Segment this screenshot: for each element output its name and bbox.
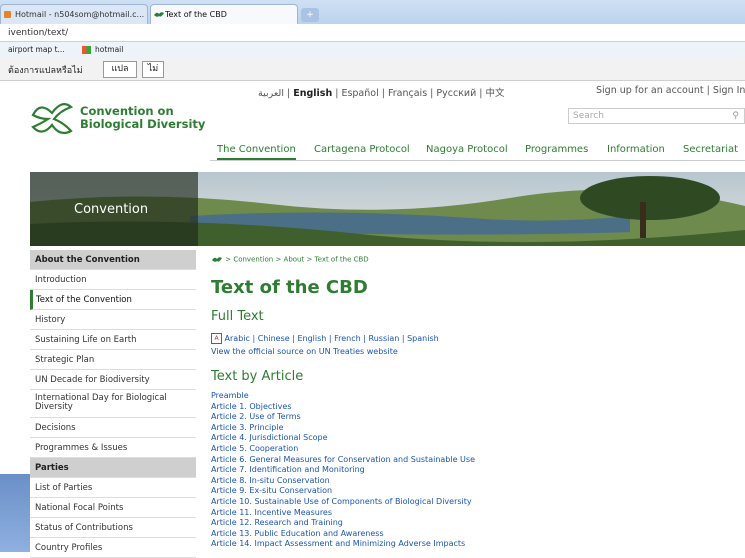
- article-link[interactable]: Article 1. Objectives: [211, 402, 291, 411]
- sidebar-item-introduction[interactable]: Introduction: [30, 270, 196, 290]
- nav-programmes[interactable]: Programmes: [525, 144, 588, 155]
- tab-label: Text of the CBD: [165, 10, 227, 19]
- article-link[interactable]: Article 11. Incentive Measures: [211, 508, 332, 517]
- page-title: Text of the CBD: [211, 277, 368, 298]
- search-placeholder: Search: [573, 111, 604, 121]
- official-source-link[interactable]: View the official source on UN Treaties …: [211, 347, 398, 356]
- text-by-article-heading: Text by Article: [211, 369, 304, 384]
- link-chinese[interactable]: Chinese: [258, 334, 290, 343]
- tab-label: Hotmail - n504som@hotmail.c...: [15, 10, 145, 19]
- lang-russian[interactable]: Русский: [436, 88, 476, 99]
- link-arabic[interactable]: Arabic: [225, 334, 250, 343]
- sidebar-item-un-decade[interactable]: UN Decade for Biodiversity: [30, 370, 196, 390]
- link-english[interactable]: English: [297, 334, 326, 343]
- article-link[interactable]: Article 7. Identification and Monitoring: [211, 465, 365, 474]
- link-russian[interactable]: Russian: [369, 334, 400, 343]
- address-bar[interactable]: ivention/text/: [0, 24, 745, 42]
- nav-cartagena-protocol[interactable]: Cartagena Protocol: [314, 144, 410, 155]
- breadcrumb-text[interactable]: > Convention > About > Text of the CBD: [225, 256, 368, 264]
- lang-chinese[interactable]: 中文: [486, 88, 505, 99]
- translate-button[interactable]: แปล: [103, 61, 137, 78]
- bookmark-airport-map[interactable]: airport map t...: [8, 42, 65, 58]
- lang-spanish[interactable]: Español: [341, 88, 378, 99]
- new-tab-button[interactable]: +: [301, 8, 319, 22]
- windows-icon: [82, 46, 91, 54]
- desktop-edge: [0, 474, 30, 552]
- no-translate-button[interactable]: ไม่: [142, 61, 164, 78]
- lang-english[interactable]: English: [293, 88, 332, 99]
- article-link[interactable]: Article 2. Use of Terms: [211, 412, 301, 421]
- cbd-logo-icon: [31, 103, 74, 135]
- full-text-language-links: A Arabic | Chinese | English | French | …: [211, 333, 439, 344]
- article-link[interactable]: Article 5. Cooperation: [211, 444, 298, 453]
- nav-the-convention[interactable]: The Convention: [217, 144, 296, 160]
- article-link[interactable]: Article 3. Principle: [211, 423, 284, 432]
- sidebar-heading-about: About the Convention: [30, 250, 196, 270]
- logo-line-2: Biological Diversity: [80, 117, 206, 131]
- sidebar: About the Convention Introduction Text o…: [30, 250, 196, 558]
- language-switcher: العربية | English | Español | Français |…: [258, 88, 505, 99]
- article-link[interactable]: Article 9. Ex-situ Conservation: [211, 486, 332, 495]
- nav-information[interactable]: Information: [607, 144, 665, 155]
- translate-prompt: ต้องการแปลหรือไม่: [8, 66, 83, 76]
- sidebar-item-strategic-plan[interactable]: Strategic Plan: [30, 350, 196, 370]
- lang-arabic[interactable]: العربية: [258, 88, 284, 99]
- cbd-favicon-icon: [154, 12, 164, 17]
- lang-french[interactable]: Français: [388, 88, 427, 99]
- sidebar-item-national-focal-points[interactable]: National Focal Points: [30, 498, 196, 518]
- banner-title: Convention: [74, 202, 149, 217]
- bookmark-hotmail[interactable]: hotmail: [95, 42, 123, 58]
- translate-bar: ต้องการแปลหรือไม่ แปล ไม่: [0, 58, 745, 81]
- sidebar-item-programmes-issues[interactable]: Programmes & Issues: [30, 438, 196, 458]
- main-navigation: The Convention Cartagena Protocol Nagoya…: [210, 140, 745, 161]
- sidebar-item-history[interactable]: History: [30, 310, 196, 330]
- bookmarks-bar: airport map t... hotmail: [0, 42, 745, 59]
- mail-icon: [4, 11, 11, 18]
- article-link[interactable]: Article 13. Public Education and Awarene…: [211, 529, 384, 538]
- article-link[interactable]: Article 12. Research and Training: [211, 518, 343, 527]
- site-logo-text[interactable]: Convention on Biological Diversity: [80, 105, 205, 131]
- pdf-icon: A: [211, 333, 222, 344]
- link-french[interactable]: French: [334, 334, 361, 343]
- link-spanish[interactable]: Spanish: [407, 334, 439, 343]
- account-links[interactable]: Sign up for an account | Sign In: [596, 85, 745, 96]
- search-input[interactable]: Search ⚲: [568, 108, 745, 124]
- article-link[interactable]: Article 4. Jurisdictional Scope: [211, 433, 328, 442]
- sidebar-item-international-day[interactable]: International Day for Biological Diversi…: [30, 390, 196, 418]
- article-link[interactable]: Article 10. Sustainable Use of Component…: [211, 497, 472, 506]
- browser-tab-cbd[interactable]: Text of the CBD: [150, 4, 298, 24]
- sidebar-item-country-profiles[interactable]: Country Profiles: [30, 538, 196, 558]
- nav-secretariat[interactable]: Secretariat: [683, 144, 738, 155]
- cbd-leaf-icon: [212, 257, 222, 262]
- sidebar-item-status-contributions[interactable]: Status of Contributions: [30, 518, 196, 538]
- sidebar-item-list-of-parties[interactable]: List of Parties: [30, 478, 196, 498]
- sidebar-item-decisions[interactable]: Decisions: [30, 418, 196, 438]
- nav-nagoya-protocol[interactable]: Nagoya Protocol: [426, 144, 508, 155]
- sidebar-heading-parties: Parties: [30, 458, 196, 478]
- sidebar-item-sustaining-life[interactable]: Sustaining Life on Earth: [30, 330, 196, 350]
- article-link[interactable]: Article 6. General Measures for Conserva…: [211, 455, 475, 464]
- sidebar-item-text-of-convention[interactable]: Text of the Convention: [30, 290, 196, 310]
- full-text-heading: Full Text: [211, 309, 264, 324]
- search-icon[interactable]: ⚲: [732, 109, 739, 123]
- article-link[interactable]: Preamble: [211, 391, 249, 400]
- article-link[interactable]: Article 14. Impact Assessment and Minimi…: [211, 539, 465, 548]
- browser-tab-hotmail[interactable]: Hotmail - n504som@hotmail.c...: [0, 4, 148, 24]
- article-link[interactable]: Article 8. In-situ Conservation: [211, 476, 330, 485]
- breadcrumb: > Convention > About > Text of the CBD: [211, 255, 369, 264]
